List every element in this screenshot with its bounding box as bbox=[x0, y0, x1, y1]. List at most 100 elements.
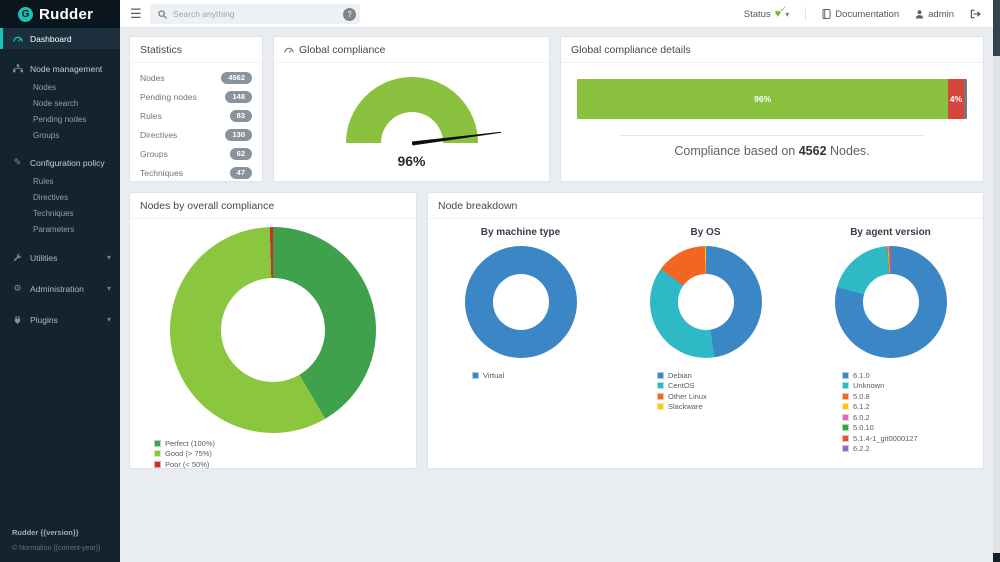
legend-item: Slackware bbox=[657, 402, 798, 413]
compliance-bar-segment-success[interactable]: 96% bbox=[577, 79, 949, 119]
legend-label: 5.1.4-1_git0000127 bbox=[853, 433, 918, 443]
topbar: G Rudder ☰ ? Status ♥✓ ▾ Documentation a… bbox=[0, 0, 993, 28]
gear-icon: ⚙ bbox=[13, 283, 22, 293]
compliance-donut-chart[interactable] bbox=[170, 227, 376, 433]
sidebar-item-nodes[interactable]: Nodes bbox=[0, 79, 120, 95]
gauge-icon bbox=[284, 47, 294, 53]
book-icon bbox=[822, 9, 831, 19]
search-help-icon[interactable]: ? bbox=[343, 7, 356, 21]
legend-swatch bbox=[657, 371, 664, 379]
vertical-scrollbar[interactable] bbox=[993, 0, 1000, 562]
chart-title: By OS bbox=[690, 227, 721, 238]
sidebar-item-administration[interactable]: ⚙ Administration ▾ bbox=[0, 278, 120, 299]
legend-label: Perfect (100%) bbox=[165, 438, 216, 448]
sidebar-item-techniques[interactable]: Techniques bbox=[0, 205, 120, 221]
machine-type-legend: Virtual bbox=[472, 370, 613, 381]
compliance-donut-legend: Perfect (100%) Good (> 75%) Poor (< 50%) bbox=[154, 438, 416, 470]
chart-title: By agent version bbox=[850, 227, 931, 238]
divider bbox=[805, 7, 807, 21]
logout-icon bbox=[970, 9, 981, 19]
sidebar-item-pending-nodes[interactable]: Pending nodes bbox=[0, 111, 120, 127]
sidebar-section-node-management[interactable]: Node management bbox=[0, 58, 120, 79]
chart-title: By machine type bbox=[480, 227, 561, 238]
statistics-panel: Statistics Nodes 4562 Pending nodes 148 Ru… bbox=[129, 36, 263, 182]
node-count: 4562 bbox=[798, 144, 827, 158]
compliance-bar-segment-error[interactable]: 4% bbox=[948, 79, 964, 119]
sidebar-item-plugins[interactable]: Plugins ▾ bbox=[0, 309, 120, 330]
node-breakdown-panel: Node breakdown By machine type Virtual B… bbox=[427, 192, 984, 469]
sidebar-item-rules[interactable]: Rules bbox=[0, 173, 120, 189]
legend-swatch bbox=[154, 460, 161, 468]
stat-badge: 47 bbox=[229, 166, 252, 179]
legend-label: Slackware bbox=[668, 402, 703, 412]
legend-swatch bbox=[842, 445, 849, 453]
app-version: Rudder {{version}} bbox=[12, 528, 79, 537]
sidebar-item-directives[interactable]: Directives bbox=[0, 189, 120, 205]
global-compliance-details-panel: Global compliance details 96% 4% Complia… bbox=[560, 36, 984, 182]
search-input[interactable] bbox=[167, 9, 343, 19]
stat-row-rules: Rules 83 bbox=[140, 106, 252, 125]
copyright: © Normation {{current-year}} bbox=[12, 545, 101, 552]
user-menu[interactable]: admin bbox=[915, 9, 954, 20]
legend-item: 6.2.2 bbox=[842, 444, 983, 455]
legend-swatch bbox=[842, 392, 849, 400]
sidebar-item-utilities[interactable]: Utilities ▾ bbox=[0, 247, 120, 268]
documentation-link[interactable]: Documentation bbox=[822, 9, 899, 20]
legend-item: 5.0.10 bbox=[842, 423, 983, 434]
compliance-gauge bbox=[345, 77, 478, 143]
legend-item: 5.0.8 bbox=[842, 391, 983, 402]
stat-badge: 62 bbox=[229, 147, 252, 160]
rudder-logo-icon: G bbox=[18, 6, 33, 22]
legend-label: 6.0.2 bbox=[853, 412, 870, 422]
sidebar-item-label: Techniques bbox=[33, 208, 74, 218]
legend-swatch bbox=[842, 371, 849, 379]
stat-label: Nodes bbox=[140, 72, 165, 83]
sidebar-item-parameters[interactable]: Parameters bbox=[0, 221, 120, 237]
sidebar-item-dashboard[interactable]: Dashboard bbox=[0, 28, 120, 49]
stat-label: Directives bbox=[140, 129, 178, 140]
sidebar-section-label: Configuration policy bbox=[30, 157, 105, 168]
stat-label: Pending nodes bbox=[140, 91, 197, 102]
legend-item: Other Linux bbox=[657, 391, 798, 402]
agent-version-donut-chart[interactable] bbox=[834, 246, 947, 358]
stat-row-directives: Directives 130 bbox=[140, 125, 252, 144]
legend-item: Poor (< 50%) bbox=[154, 459, 416, 470]
sidebar-section-configuration-policy[interactable]: ✎ Configuration policy bbox=[0, 152, 120, 173]
sidebar-item-label: Dashboard bbox=[30, 33, 72, 44]
stat-label: Techniques bbox=[140, 167, 184, 178]
compliance-bar-segment-other[interactable] bbox=[963, 79, 967, 119]
legend-item: Virtual bbox=[472, 370, 613, 381]
legend-item: CentOS bbox=[657, 381, 798, 392]
search-box[interactable]: ? bbox=[150, 4, 360, 24]
logout-button[interactable] bbox=[970, 9, 981, 19]
sidebar: Dashboard Node management Nodes Node sea… bbox=[0, 28, 120, 562]
stat-row-nodes: Nodes 4562 bbox=[140, 68, 252, 87]
sidebar-item-label: Rules bbox=[33, 176, 54, 186]
sidebar-item-node-search[interactable]: Node search bbox=[0, 95, 120, 111]
chevron-down-icon: ▾ bbox=[106, 253, 111, 262]
sidebar-item-groups[interactable]: Groups bbox=[0, 127, 120, 143]
sidebar-item-label: Plugins bbox=[30, 314, 58, 325]
stat-row-groups: Groups 62 bbox=[140, 144, 252, 163]
compliance-bar[interactable]: 96% 4% bbox=[577, 79, 967, 119]
status-menu[interactable]: Status ♥ ✓ ▾ bbox=[744, 4, 789, 20]
nodes-compliance-panel: Nodes by overall compliance Perfect (100… bbox=[129, 192, 417, 469]
stat-badge: 4562 bbox=[221, 71, 252, 84]
legend-item: 6.1.2 bbox=[842, 402, 983, 413]
machine-type-donut-chart[interactable] bbox=[464, 246, 577, 358]
divider bbox=[620, 135, 924, 136]
legend-label: Virtual bbox=[483, 370, 505, 380]
os-donut-chart[interactable] bbox=[649, 246, 762, 358]
brand-home-link[interactable]: G Rudder bbox=[0, 0, 120, 28]
legend-item: 6.0.2 bbox=[842, 412, 983, 423]
scrollbar-thumb[interactable] bbox=[993, 0, 1000, 56]
panel-title: Node breakdown bbox=[428, 193, 983, 219]
gauge-value: 96% bbox=[397, 153, 426, 169]
sidebar-item-label: Pending nodes bbox=[33, 114, 87, 124]
wrench-icon bbox=[12, 253, 23, 262]
menu-toggle-icon[interactable]: ☰ bbox=[130, 6, 142, 22]
stat-badge: 130 bbox=[225, 128, 252, 141]
stat-badge: 148 bbox=[225, 90, 252, 103]
legend-item: Perfect (100%) bbox=[154, 438, 416, 449]
legend-item: Good (> 75%) bbox=[154, 449, 416, 460]
